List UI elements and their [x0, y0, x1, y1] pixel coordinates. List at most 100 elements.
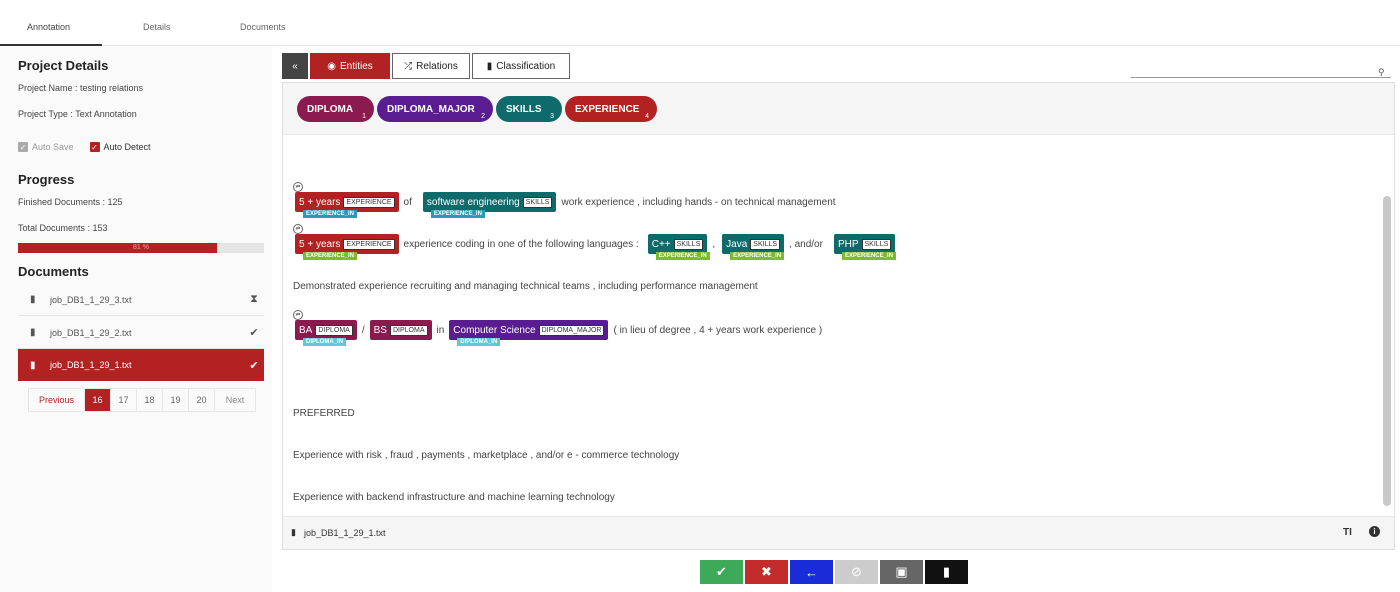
- finished-documents: Finished Documents : 125: [18, 197, 123, 207]
- entity-experience[interactable]: ⇄ 5 + years EXPERIENCE EXPERIENCE_IN: [293, 224, 399, 260]
- accept-button[interactable]: ✔: [700, 560, 743, 584]
- pagination-page[interactable]: 17: [111, 389, 137, 411]
- document-name: job_DB1_1_29_3.txt: [50, 294, 132, 305]
- footer-file: ▮ job_DB1_1_29_1.txt: [291, 527, 386, 538]
- search-icon[interactable]: ⚲: [1378, 67, 1385, 78]
- plain-text: in: [436, 324, 445, 336]
- delete-button[interactable]: ▮: [925, 560, 968, 584]
- text-scrollbar[interactable]: [1383, 196, 1391, 506]
- tab-details[interactable]: Details: [143, 22, 171, 32]
- pagination-page[interactable]: 20: [189, 389, 215, 411]
- auto-save-checkbox[interactable]: ✓: [18, 142, 28, 152]
- progress-percent: 81 %: [133, 244, 149, 251]
- pagination-previous[interactable]: Previous: [29, 389, 85, 411]
- entity-text: PHP: [837, 238, 859, 250]
- skip-button[interactable]: ⊘: [835, 560, 878, 584]
- document-footer: ▮ job_DB1_1_29_1.txt TI i: [283, 516, 1394, 549]
- reject-icon: ✖: [761, 564, 772, 579]
- relations-tab-button[interactable]: ⤮ Relations: [392, 53, 470, 79]
- entity-experience[interactable]: ⇄ 5 + years EXPERIENCE EXPERIENCE_IN: [293, 182, 399, 218]
- entity-tag: EXPERIENCE: [343, 196, 395, 208]
- label-key: 4: [645, 113, 649, 120]
- auto-detect-checkbox[interactable]: ✓: [89, 142, 100, 152]
- pagination-page[interactable]: 18: [137, 389, 163, 411]
- label-experience[interactable]: EXPERIENCE 4: [565, 96, 657, 122]
- text-line: ⇄ BA DIPLOMA DIPLOMA_IN / BS DIPLOMA in …: [293, 310, 825, 346]
- label-name: SKILLS: [506, 103, 542, 115]
- reject-button[interactable]: ✖: [745, 560, 788, 584]
- entity-skills[interactable]: software engineering SKILLS EXPERIENCE_I…: [422, 192, 557, 218]
- plain-text: /: [361, 324, 365, 336]
- document-text[interactable]: ⇄ 5 + years EXPERIENCE EXPERIENCE_IN of …: [283, 136, 1394, 516]
- document-item[interactable]: ▮ job_DB1_1_29_2.txt ✔: [18, 317, 264, 349]
- pagination: Previous 16 17 18 19 20 Next: [28, 388, 256, 412]
- block-icon: ⊘: [851, 564, 862, 579]
- entity-skills[interactable]: Java SKILLS EXPERIENCE_IN: [722, 234, 785, 260]
- entity-diploma[interactable]: BS DIPLOMA: [369, 320, 432, 340]
- relation-label: EXPERIENCE_IN: [303, 210, 358, 218]
- document-item-selected[interactable]: ▮ job_DB1_1_29_1.txt ✔: [18, 349, 264, 381]
- options-row: ✓ Auto Save ✓ Auto Detect: [18, 142, 151, 152]
- entity-tag: SKILLS: [522, 196, 553, 208]
- text-line: ⇄ 5 + years EXPERIENCE EXPERIENCE_IN of …: [293, 182, 839, 218]
- plain-text: ,: [712, 238, 716, 250]
- action-buttons: ✔ ✖ ← ⊘ ▣ ▮: [700, 560, 968, 584]
- top-tab-bar: Annotation Details Documents: [0, 0, 1400, 46]
- label-key: 2: [481, 113, 485, 120]
- auto-detect-label: Auto Detect: [103, 142, 151, 152]
- footer-file-name: job_DB1_1_29_1.txt: [303, 527, 386, 538]
- document-item[interactable]: ▮ job_DB1_1_29_3.txt ⧗: [18, 284, 264, 316]
- text-line: Experience with backend infrastructure a…: [293, 492, 615, 503]
- text-line: ⇄ 5 + years EXPERIENCE EXPERIENCE_IN exp…: [293, 224, 897, 260]
- delete-icon: ▮: [942, 564, 951, 579]
- entity-skills[interactable]: PHP SKILLS EXPERIENCE_IN: [833, 234, 896, 260]
- collapse-sidebar-button[interactable]: «: [282, 53, 308, 79]
- label-name: EXPERIENCE: [575, 103, 640, 115]
- relation-label: DIPLOMA_IN: [457, 338, 501, 346]
- search-input[interactable]: [1131, 77, 1391, 78]
- label-name: DIPLOMA_MAJOR: [387, 103, 475, 115]
- pagination-page[interactable]: 19: [163, 389, 189, 411]
- entity-tag: SKILLS: [750, 238, 781, 250]
- back-arrow-icon: ←: [805, 564, 818, 580]
- entity-tag: DIPLOMA: [389, 324, 428, 336]
- text-line: Demonstrated experience recruiting and m…: [293, 281, 758, 292]
- classification-tab-button[interactable]: ▮ Classification: [472, 53, 570, 79]
- entity-diploma-major[interactable]: Computer Science DIPLOMA_MAJOR DIPLOMA_I…: [449, 320, 609, 346]
- relation-label: DIPLOMA_IN: [303, 338, 347, 346]
- accept-icon: ✔: [716, 564, 727, 579]
- entity-text: 5 + years: [299, 238, 341, 250]
- double-chevron-left-icon: «: [292, 60, 298, 72]
- document-name: job_DB1_1_29_2.txt: [50, 327, 132, 338]
- tag-icon: ◉: [327, 60, 336, 72]
- pagination-page[interactable]: 16: [85, 389, 111, 411]
- relation-label: EXPERIENCE_IN: [655, 252, 710, 260]
- pagination-next[interactable]: Next: [215, 389, 255, 411]
- relation-label: EXPERIENCE_IN: [430, 210, 485, 218]
- entity-text: BS: [373, 324, 387, 336]
- plain-text: of: [403, 196, 412, 208]
- document-name: job_DB1_1_29_1.txt: [50, 360, 132, 370]
- save-button[interactable]: ▣: [880, 560, 923, 584]
- tab-documents[interactable]: Documents: [240, 22, 286, 32]
- entity-tag: EXPERIENCE: [343, 238, 395, 250]
- plain-text: PREFERRED: [293, 408, 355, 419]
- entities-tab-button[interactable]: ◉ Entities: [310, 53, 390, 79]
- info-icon[interactable]: i: [1369, 526, 1380, 537]
- text-size-icon[interactable]: TI: [1343, 527, 1352, 538]
- label-diploma-major[interactable]: DIPLOMA_MAJOR 2: [377, 96, 493, 122]
- tab-annotation[interactable]: Annotation: [27, 22, 70, 32]
- label-skills[interactable]: SKILLS 3: [496, 96, 562, 122]
- entity-skills[interactable]: C++ SKILLS EXPERIENCE_IN: [647, 234, 710, 260]
- entities-label: Entities: [339, 60, 373, 72]
- back-button[interactable]: ←: [790, 560, 833, 584]
- auto-save-label: Auto Save: [32, 142, 74, 152]
- plain-text: Demonstrated experience recruiting and m…: [293, 281, 758, 292]
- label-name: DIPLOMA: [307, 103, 354, 115]
- label-diploma[interactable]: DIPLOMA 1: [297, 96, 374, 122]
- check-icon: ✔: [249, 359, 259, 372]
- entity-text: 5 + years: [299, 196, 341, 208]
- relation-label: EXPERIENCE_IN: [841, 252, 896, 260]
- entity-diploma[interactable]: ⇄ BA DIPLOMA DIPLOMA_IN: [293, 310, 357, 346]
- label-key: 3: [550, 113, 554, 120]
